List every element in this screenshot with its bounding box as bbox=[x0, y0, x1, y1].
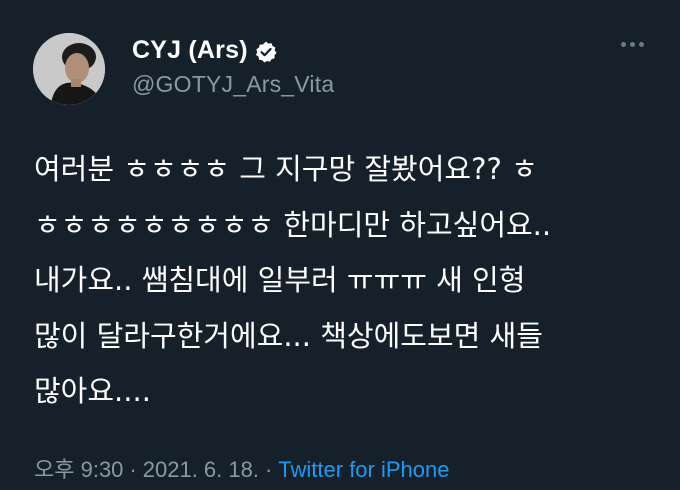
display-name[interactable]: CYJ (Ars) bbox=[132, 36, 248, 65]
tweet-text-line: 많아요.... bbox=[34, 374, 151, 408]
user-handle[interactable]: @GOTYJ_Ars_Vita bbox=[132, 71, 334, 98]
tweet-source-link[interactable]: Twitter for iPhone bbox=[278, 457, 449, 482]
tweet-time[interactable]: 오후 9:30 bbox=[34, 457, 123, 482]
more-dot bbox=[639, 42, 644, 47]
more-options-icon[interactable] bbox=[621, 42, 644, 47]
tweet-date[interactable]: 2021. 6. 18. bbox=[143, 457, 259, 482]
tweet-text-line: 내가요.. 쌤침대에 일부러 ㅠㅠㅠ 새 인형 bbox=[34, 263, 526, 297]
tweet-metadata: 오후 9:30 · 2021. 6. 18. · Twitter for iPhone bbox=[34, 452, 449, 484]
avatar-photo bbox=[33, 33, 105, 105]
meta-separator: · bbox=[129, 457, 137, 482]
author-name-row[interactable]: CYJ (Ars) bbox=[132, 36, 278, 65]
tweet-text: 여러분 ㅎㅎㅎㅎ 그 지구망 잘봤어요?? ㅎ ㅎㅎㅎㅎㅎㅎㅎㅎㅎ 한마디만 하… bbox=[34, 142, 654, 420]
avatar[interactable] bbox=[33, 33, 105, 105]
tweet-text-line: ㅎㅎㅎㅎㅎㅎㅎㅎㅎ 한마디만 하고싶어요.. bbox=[34, 207, 552, 242]
verified-badge-icon bbox=[254, 40, 278, 64]
tweet: CYJ (Ars) @GOTYJ_Ars_Vita 여러분 ㅎㅎㅎㅎ 그 지구망… bbox=[0, 0, 680, 490]
tweet-text-line: 여러분 ㅎㅎㅎㅎ 그 지구망 잘봤어요?? ㅎ bbox=[34, 152, 538, 186]
more-dot bbox=[621, 42, 626, 47]
tweet-text-line: 많이 달라구한거에요... 책상에도보면 새들 bbox=[34, 318, 543, 353]
more-dot bbox=[630, 42, 635, 47]
meta-separator: · bbox=[264, 457, 273, 482]
